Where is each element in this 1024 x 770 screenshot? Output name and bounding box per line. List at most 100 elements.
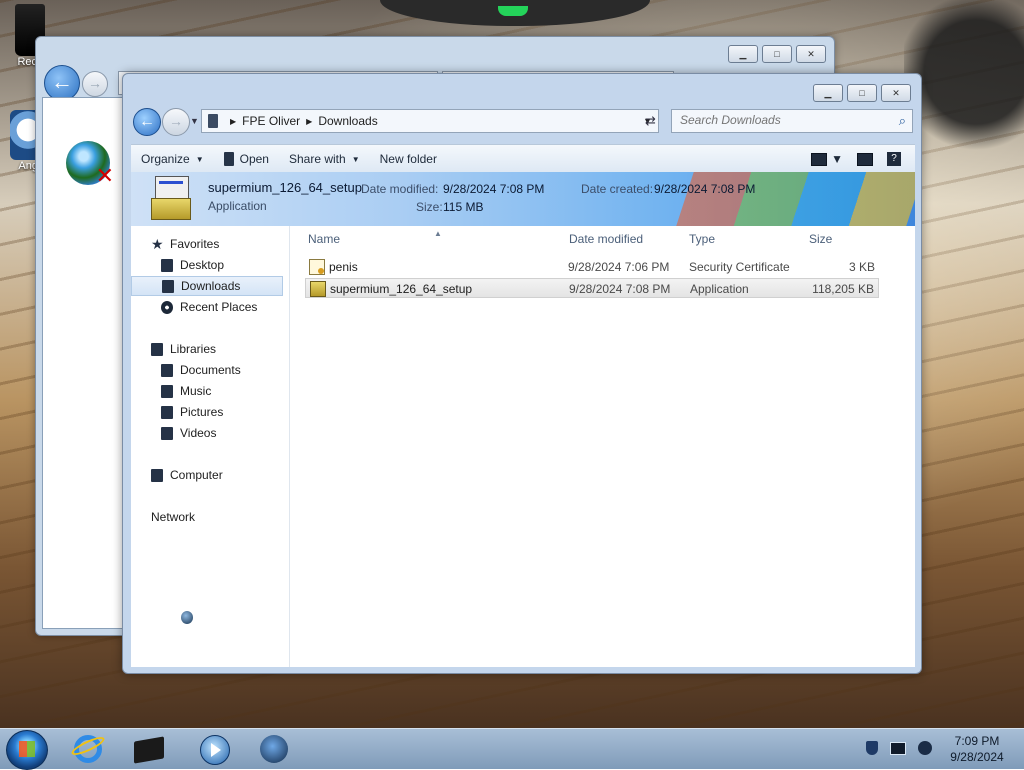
nav-label: Computer (170, 468, 223, 482)
nav-documents[interactable]: Documents (161, 360, 241, 380)
help-icon[interactable]: ? (887, 152, 901, 166)
nav-recent-places[interactable]: Recent Places (161, 297, 257, 317)
details-date-created-label: Date created: (581, 182, 654, 196)
file-size: 118,205 KB (812, 282, 874, 296)
nav-libraries[interactable]: Libraries (151, 339, 216, 359)
media-player-icon[interactable] (198, 733, 230, 765)
volume-icon[interactable] (918, 741, 932, 755)
share-with-label: Share with (288, 152, 346, 166)
nav-music[interactable]: Music (161, 381, 211, 401)
details-file-type: Application (208, 199, 267, 213)
chevron-down-icon: ▼ (351, 154, 360, 164)
file-date: 9/28/2024 7:08 PM (569, 282, 671, 296)
details-size-value: 115 MB (443, 200, 484, 214)
open-label: Open (239, 152, 269, 166)
chevron-down-icon: ▼ (195, 154, 204, 164)
music-icon (161, 384, 173, 398)
address-bar[interactable]: ▶ FPE Oliver ▶ Downloads ▼ (201, 109, 659, 133)
file-name: penis (329, 260, 358, 274)
nav-downloads[interactable]: Downloads (131, 276, 283, 296)
network-globe-icon[interactable] (258, 733, 290, 765)
close-button[interactable]: ✕ (796, 45, 826, 63)
search-input[interactable] (672, 110, 880, 130)
column-label: Date modified (569, 232, 644, 246)
installer-icon (310, 281, 326, 297)
taskbar-clock[interactable]: 7:09 PM 9/28/2024 (946, 733, 1008, 765)
recent-pages-chevron-icon[interactable]: ▼ (190, 116, 199, 126)
organize-label: Organize (141, 152, 190, 166)
nav-pictures[interactable]: Pictures (161, 402, 223, 422)
downloads-icon (162, 279, 174, 293)
share-with-button[interactable]: Share with ▼ (279, 145, 370, 173)
security-shield-icon[interactable] (866, 741, 878, 755)
details-pane: supermium_126_64_setup Application Date … (131, 172, 915, 226)
nav-label: Favorites (170, 237, 220, 251)
file-type: Security Certificate (689, 260, 790, 274)
command-bar: Organize ▼ Open Share with ▼ New folder … (131, 144, 915, 173)
view-options-chevron-icon[interactable]: ▼ (831, 145, 843, 173)
nav-label: Desktop (180, 258, 225, 272)
minimize-button[interactable]: ▁ (813, 84, 843, 102)
forward-button[interactable]: → (162, 108, 190, 136)
preview-pane-icon[interactable] (857, 152, 873, 166)
explorer-window[interactable]: ▁ □ ✕ ← → ▼ ▶ FPE Oliver ▶ Downloads ▼ ⇄… (122, 73, 922, 674)
sort-ascending-icon: ▲ (434, 229, 442, 238)
maximize-button[interactable]: □ (762, 45, 792, 63)
refresh-icon[interactable]: ⇄ (645, 113, 656, 129)
column-label: Name (308, 232, 341, 246)
display-icon[interactable] (890, 741, 906, 755)
nav-label: Music (180, 384, 212, 398)
file-row[interactable]: penis 9/28/2024 7:06 PM Security Certifi… (305, 257, 879, 277)
breadcrumb-separator-icon[interactable]: ▶ (306, 117, 312, 126)
change-view-icon[interactable] (811, 152, 828, 166)
start-button[interactable] (6, 730, 48, 770)
desktop-icon (161, 258, 173, 272)
file-date: 9/28/2024 7:06 PM (568, 260, 670, 274)
column-header-type[interactable]: Type (689, 232, 715, 246)
recent-places-icon (161, 300, 173, 314)
forward-arrow-icon[interactable]: → (82, 71, 108, 97)
details-size-label: Size: (416, 200, 443, 214)
system-tray (866, 741, 932, 755)
maximize-button[interactable]: □ (847, 84, 877, 102)
network-icon (181, 611, 193, 624)
back-arrow-icon[interactable]: ← (44, 65, 80, 101)
open-button[interactable]: Open (214, 145, 279, 173)
organize-button[interactable]: Organize ▼ (131, 145, 214, 173)
back-button[interactable]: ← (133, 108, 161, 136)
column-header-date-modified[interactable]: Date modified (569, 232, 643, 246)
nav-computer[interactable]: Computer (151, 465, 223, 485)
file-type: Application (690, 282, 749, 296)
search-icon[interactable]: ⌕ (899, 113, 906, 129)
column-header-size[interactable]: Size (809, 232, 832, 246)
windows-explorer-icon[interactable] (134, 733, 166, 765)
nav-favorites[interactable]: ★ Favorites (151, 234, 219, 254)
breadcrumb-fpe-oliver[interactable]: FPE Oliver (242, 114, 300, 128)
breadcrumb-downloads[interactable]: Downloads (318, 114, 377, 128)
file-name: supermium_126_64_setup (330, 282, 473, 296)
details-file-name: supermium_126_64_setup (208, 180, 362, 195)
new-folder-button[interactable]: New folder (370, 145, 447, 173)
minimize-button[interactable]: ▁ (728, 45, 758, 63)
nav-videos[interactable]: Videos (161, 423, 216, 443)
nav-network[interactable]: Network (151, 507, 195, 624)
column-label: Size (809, 232, 833, 246)
internet-explorer-icon[interactable] (69, 733, 107, 765)
navigation-bar: ← → ▼ ▶ FPE Oliver ▶ Downloads ▼ ⇄ ⌕ (131, 104, 915, 138)
nav-desktop[interactable]: Desktop (161, 255, 224, 275)
nav-label: Libraries (170, 342, 217, 356)
breadcrumb-separator-icon[interactable]: ▶ (230, 117, 236, 126)
explorer-content: supermium_126_64_setup Application Date … (131, 172, 915, 667)
close-button[interactable]: ✕ (881, 84, 911, 102)
application-icon (223, 152, 234, 166)
computer-icon (208, 114, 218, 128)
nav-label: Recent Places (180, 300, 258, 314)
navigation-pane: ★ Favorites Desktop Downloads Recent Pla… (131, 226, 290, 667)
nav-label: Videos (180, 426, 217, 440)
tree-silhouette (904, 0, 1024, 180)
details-date-modified-label: Date modified: (361, 182, 439, 196)
column-header-name[interactable]: Name ▲ (308, 229, 442, 246)
windows-logo-decoration (676, 172, 915, 226)
file-row-selected[interactable]: supermium_126_64_setup 9/28/2024 7:08 PM… (305, 278, 879, 298)
search-box[interactable]: ⌕ (671, 109, 913, 133)
